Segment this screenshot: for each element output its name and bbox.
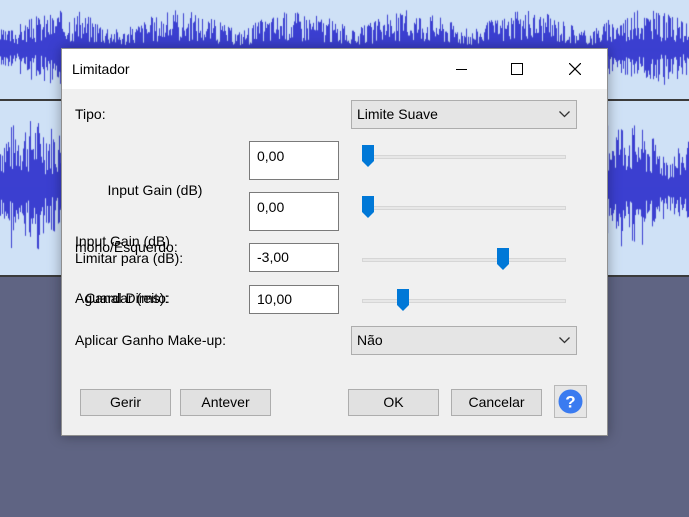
svg-text:?: ?	[565, 393, 575, 412]
chevron-down-icon	[559, 111, 570, 118]
gain-right-input[interactable]: 0,00	[249, 192, 339, 231]
tipo-dropdown[interactable]: Limite Suave	[351, 100, 577, 129]
help-icon: ?	[558, 389, 583, 414]
slider-thumb[interactable]	[361, 195, 375, 219]
makeup-label: Aplicar Ganho Make-up:	[75, 332, 226, 348]
gain-left-value: 0,00	[257, 148, 285, 164]
limiter-dialog: Limitador Tipo: Limite Suave Input Gain …	[61, 48, 608, 436]
chevron-down-icon	[559, 337, 570, 344]
tipo-value: Limite Suave	[357, 106, 438, 122]
close-icon	[569, 63, 581, 75]
gain-right-label: Input Gain (dB) Canal Direito:	[75, 194, 225, 346]
limit-slider[interactable]	[362, 247, 566, 271]
manage-button[interactable]: Gerir	[80, 389, 171, 416]
gain-left-input[interactable]: 0,00	[249, 141, 339, 180]
hold-slider[interactable]	[362, 288, 566, 312]
help-button[interactable]: ?	[554, 385, 587, 418]
slider-thumb[interactable]	[496, 247, 510, 271]
preview-button[interactable]: Antever	[180, 389, 271, 416]
minimize-button[interactable]	[438, 49, 484, 89]
maximize-icon	[511, 63, 523, 75]
gain-left-slider[interactable]	[362, 144, 566, 168]
slider-track	[362, 155, 566, 159]
makeup-dropdown[interactable]: Não	[351, 326, 577, 355]
ok-button[interactable]: OK	[348, 389, 439, 416]
limit-input[interactable]: -3,00	[249, 243, 339, 272]
gain-right-value: 0,00	[257, 199, 285, 215]
gain-right-slider[interactable]	[362, 195, 566, 219]
slider-thumb[interactable]	[361, 144, 375, 168]
minimize-icon	[455, 68, 467, 70]
dialog-titlebar[interactable]: Limitador	[62, 49, 607, 89]
slider-track	[362, 206, 566, 210]
tipo-label: Tipo:	[75, 106, 106, 122]
maximize-button[interactable]	[494, 49, 540, 89]
hold-label: Aguardar (ms):	[75, 290, 169, 306]
dialog-title: Limitador	[72, 61, 130, 77]
makeup-value: Não	[357, 332, 383, 348]
slider-track	[362, 299, 566, 303]
slider-track	[362, 258, 566, 262]
slider-thumb[interactable]	[396, 288, 410, 312]
hold-input[interactable]: 10,00	[249, 285, 339, 314]
cancel-button[interactable]: Cancelar	[451, 389, 542, 416]
hold-value: 10,00	[257, 291, 293, 307]
limit-label: Limitar para (dB):	[75, 250, 184, 266]
close-button[interactable]	[552, 49, 598, 89]
limit-value: -3,00	[257, 249, 289, 265]
